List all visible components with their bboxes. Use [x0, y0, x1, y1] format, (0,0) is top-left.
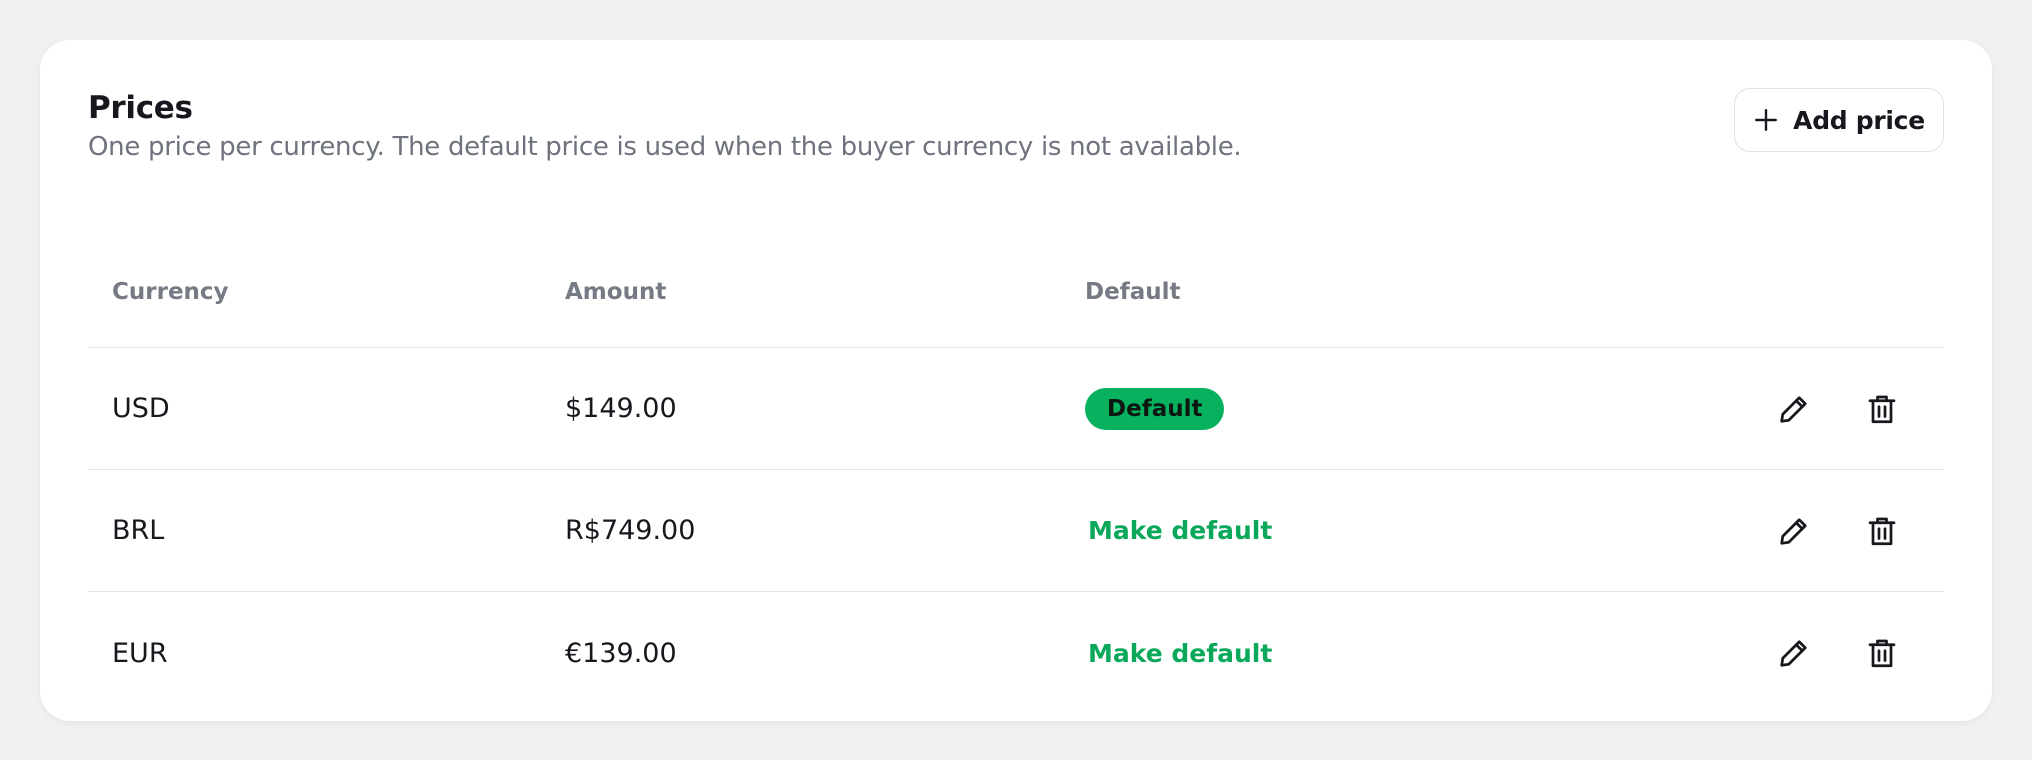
- table-row: EUR €139.00 Make default: [88, 592, 1944, 714]
- make-default-link[interactable]: Make default: [1088, 639, 1272, 668]
- trash-icon: [1868, 517, 1896, 545]
- row-actions: [1744, 387, 1944, 431]
- pencil-icon: [1780, 395, 1807, 423]
- row-actions: [1744, 509, 1944, 553]
- currency-cell: USD: [112, 393, 170, 424]
- default-badge: Default: [1085, 387, 1225, 430]
- column-header-default: Default: [1085, 278, 1181, 305]
- column-header-currency: Currency: [112, 278, 229, 305]
- default-cell: Default: [1085, 387, 1744, 430]
- page-subtitle: One price per currency. The default pric…: [88, 132, 1242, 163]
- add-price-button[interactable]: Add price: [1734, 88, 1944, 152]
- currency-cell: BRL: [112, 515, 165, 546]
- plus-icon: [1755, 109, 1778, 131]
- prices-table: Currency Amount Default USD $149.00 Defa…: [88, 236, 1944, 714]
- make-default-link[interactable]: Make default: [1088, 516, 1272, 545]
- table-header: Currency Amount Default: [88, 236, 1944, 348]
- table-row: USD $149.00 Default: [88, 348, 1944, 470]
- row-actions: [1744, 631, 1944, 675]
- edit-button[interactable]: [1772, 387, 1816, 431]
- default-cell: Make default: [1085, 638, 1744, 669]
- delete-button[interactable]: [1860, 387, 1904, 431]
- delete-button[interactable]: [1860, 631, 1904, 675]
- edit-button[interactable]: [1772, 631, 1816, 675]
- amount-cell: R$749.00: [565, 515, 696, 546]
- add-price-label: Add price: [1793, 105, 1925, 135]
- trash-icon: [1868, 639, 1896, 668]
- trash-icon: [1868, 395, 1896, 423]
- card-header: Prices One price per currency. The defau…: [88, 90, 1944, 165]
- page-title: Prices: [88, 90, 193, 126]
- pencil-icon: [1780, 517, 1807, 545]
- default-cell: Make default: [1085, 515, 1744, 546]
- prices-card: Prices One price per currency. The defau…: [40, 40, 1992, 721]
- edit-button[interactable]: [1772, 509, 1816, 553]
- currency-cell: EUR: [112, 637, 168, 669]
- pencil-icon: [1780, 640, 1807, 667]
- amount-cell: €139.00: [565, 637, 677, 669]
- amount-cell: $149.00: [565, 393, 677, 424]
- table-row: BRL R$749.00 Make default: [88, 470, 1944, 592]
- delete-button[interactable]: [1860, 509, 1904, 553]
- column-header-amount: Amount: [565, 278, 667, 305]
